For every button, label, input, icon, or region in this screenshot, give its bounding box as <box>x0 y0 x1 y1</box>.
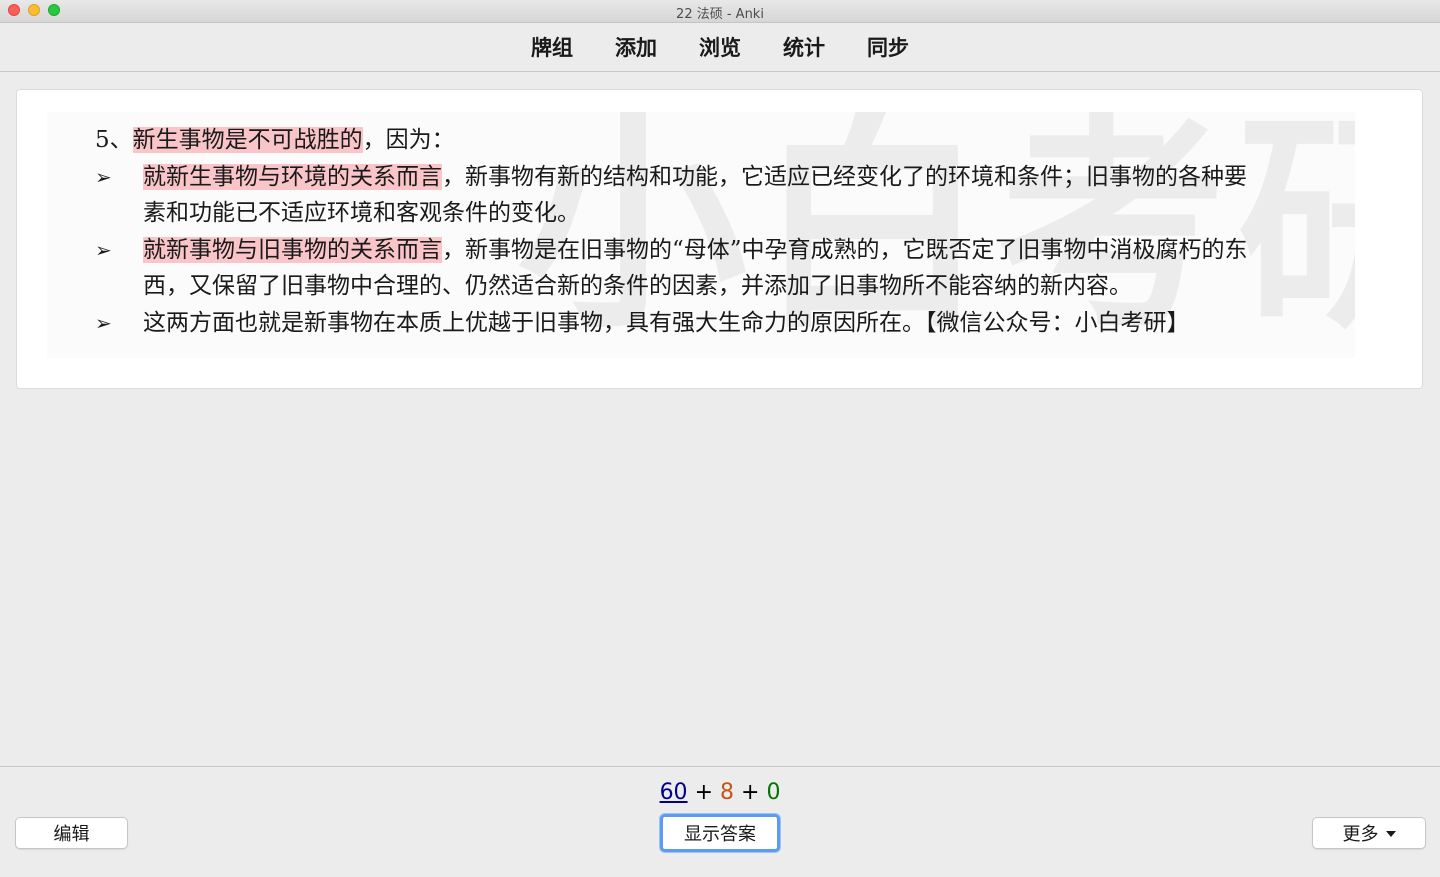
bottom-bar: 60 + 8 + 0 编辑 显示答案 更多 <box>0 766 1440 877</box>
edit-button-label: 编辑 <box>53 824 90 845</box>
bullet-item-1-continued: 素和功能已不适应环境和客观条件的变化。 <box>143 200 580 226</box>
count-learn: 8 <box>720 780 734 805</box>
anki-window: 22 法硕 - Anki 牌组 添加 浏览 统计 同步 小白考研 5、新生事物是… <box>0 0 1440 877</box>
card-question-text: 5、新生事物是不可战胜的，因为： ➢ 就新生事物与环境的关系而言，新事物有新的结构… <box>95 122 1335 341</box>
toolbar-browse[interactable]: 浏览 <box>678 32 762 62</box>
toolbar-stats[interactable]: 统计 <box>762 32 846 62</box>
bullet-1-text: ，新事物有新的结构和功能，它适应已经变化了的环境和条件；旧事物的各种要 <box>442 163 1247 190</box>
bullet-item-2-continued: 西，又保留了旧事物中合理的、仍然适合新的条件的因素，并添加了旧事物所不能容纳的新… <box>143 273 1132 299</box>
arrow-bullet-icon: ➢ <box>95 237 112 262</box>
title-bar: 22 法硕 - Anki <box>0 0 1440 23</box>
arrow-bullet-icon: ➢ <box>95 164 112 189</box>
count-plus: + <box>694 780 713 805</box>
bullet-item-2: ➢ 就新事物与旧事物的关系而言，新事物是在旧事物的“母体”中孕育成熟的，它既否定了… <box>95 232 1335 269</box>
card-question: 小白考研 5、新生事物是不可战胜的，因为： ➢就新生事物与环境的关系而言，新事物… <box>16 89 1423 389</box>
show-answer-label: 显示答案 <box>684 824 756 845</box>
bullet-item-3: ➢ 这两方面也就是新事物在本质上优越于旧事物，具有强大生命力的原因所在。【微信公众… <box>95 305 1335 342</box>
due-counts: 60 + 8 + 0 <box>0 780 1440 805</box>
toolbar-decks[interactable]: 牌组 <box>510 32 594 62</box>
main-toolbar: 牌组 添加 浏览 统计 同步 <box>0 23 1440 72</box>
bullet-2-highlight: 就新事物与旧事物的关系而言 <box>143 236 442 263</box>
count-plus: + <box>741 780 760 805</box>
toolbar-add[interactable]: 添加 <box>594 32 678 62</box>
card-heading: 5、新生事物是不可战胜的，因为： <box>95 122 1335 159</box>
bullet-2-text: ，新事物是在旧事物的“母体”中孕育成熟的，它既否定了旧事物中消极腐朽的东 <box>442 236 1248 263</box>
show-answer-button[interactable]: 显示答案 <box>660 814 780 852</box>
heading-suffix: ，因为： <box>362 127 455 153</box>
edit-button[interactable]: 编辑 <box>15 817 128 849</box>
more-button-label: 更多 <box>1342 824 1379 845</box>
toolbar-sync[interactable]: 同步 <box>846 32 930 62</box>
heading-highlight: 新生事物是不可战胜的 <box>132 127 363 153</box>
bullet-item-1: ➢ 就新生事物与环境的关系而言，新事物有新的结构和功能，它适应已经变化了的环境和条… <box>95 159 1335 196</box>
count-review: 0 <box>766 780 781 805</box>
card-question-image: 小白考研 5、新生事物是不可战胜的，因为： ➢就新生事物与环境的关系而言，新事物… <box>47 112 1355 358</box>
bullet-1-highlight: 就新生事物与环境的关系而言 <box>143 163 442 190</box>
chevron-down-icon <box>1385 831 1396 837</box>
heading-prefix: 5、 <box>95 127 133 153</box>
arrow-bullet-icon: ➢ <box>95 310 112 335</box>
window-title: 22 法硕 - Anki <box>676 7 764 22</box>
more-button[interactable]: 更多 <box>1312 817 1426 849</box>
count-new[interactable]: 60 <box>660 780 688 805</box>
reviewer-area: 小白考研 5、新生事物是不可战胜的，因为： ➢就新生事物与环境的关系而言，新事物… <box>0 72 1440 766</box>
bullet-3-text: 这两方面也就是新事物在本质上优越于旧事物，具有强大生命力的原因所在。【微信公众号… <box>143 309 1190 336</box>
